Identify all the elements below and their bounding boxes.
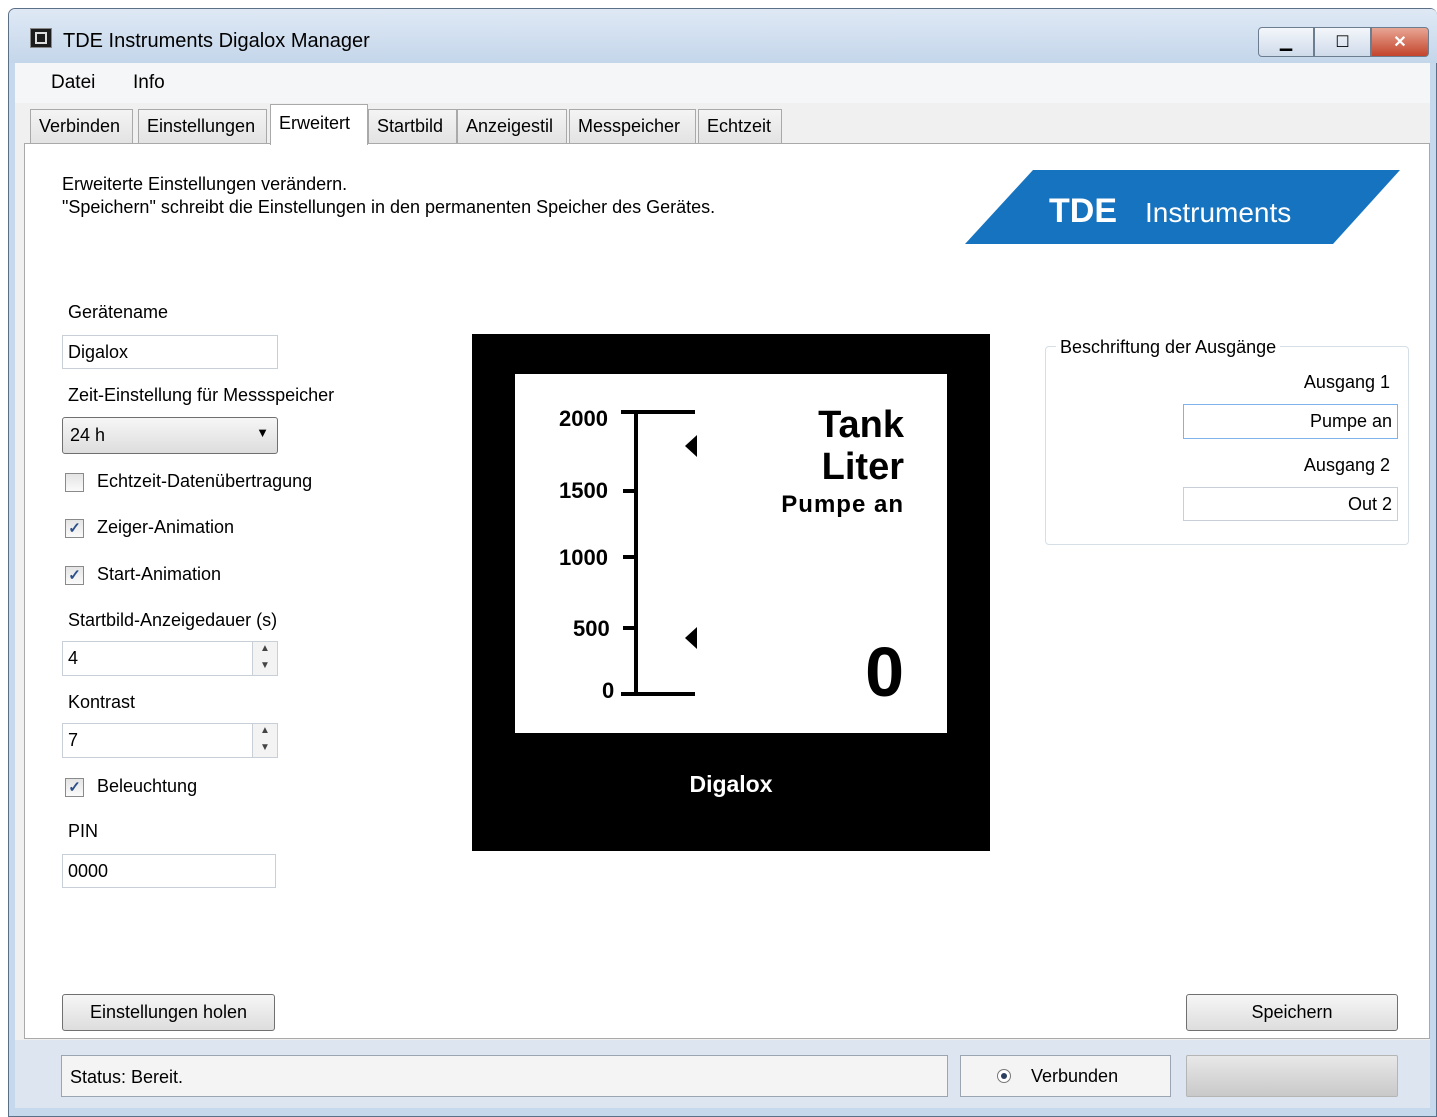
pointer-animation-label: Zeiger-Animation — [97, 517, 235, 537]
contrast-value: 7 — [68, 730, 79, 750]
device-title: Tank — [818, 404, 904, 446]
startscreen-spin-buttons[interactable]: ▲ ▼ — [252, 642, 277, 675]
backlight-label: Beleuchtung — [97, 776, 198, 796]
minimize-button[interactable]: ▁ — [1258, 27, 1314, 57]
start-animation-label: Start-Animation — [97, 564, 222, 584]
close-button[interactable]: ✕ — [1371, 27, 1429, 57]
start-animation-checkbox[interactable]: ✓ — [65, 566, 84, 585]
outputs-group-label: Beschriftung der Ausgänge — [1056, 337, 1281, 358]
app-icon — [30, 28, 52, 48]
output-2-input[interactable]: Out 2 — [1183, 487, 1398, 521]
startscreen-duration-label: Startbild-Anzeigedauer (s) — [68, 610, 278, 630]
status-text: Status: Bereit. — [61, 1055, 948, 1097]
device-value: 0 — [865, 633, 904, 711]
connection-label: Verbunden — [1031, 1066, 1119, 1086]
output-marker-1-icon — [685, 435, 697, 457]
device-name-label: Gerätename — [68, 302, 169, 322]
pin-input[interactable]: 0000 — [62, 854, 276, 888]
logo-instruments-text: Instruments — [1145, 197, 1291, 228]
tab-anzeigestil[interactable]: Anzeigestil — [457, 109, 567, 144]
startscreen-duration-stepper[interactable]: 4 ▲ ▼ — [62, 641, 278, 676]
radio-indicator-icon — [997, 1069, 1011, 1083]
fetch-settings-button[interactable]: Einstellungen holen — [62, 994, 275, 1031]
menu-info[interactable]: Info — [133, 72, 165, 94]
time-setting-select[interactable]: 24 h ▼ — [62, 417, 278, 454]
window-title: TDE Instruments Digalox Manager — [63, 30, 370, 52]
output-marker-2-icon — [685, 627, 697, 649]
device-output-text: Pumpe an — [781, 491, 904, 518]
tab-echtzeit[interactable]: Echtzeit — [698, 109, 782, 144]
scale-tick-1000: 1000 — [559, 545, 608, 570]
connection-indicator: Verbunden — [960, 1055, 1171, 1097]
scale-tick-2000: 2000 — [559, 406, 608, 431]
output-1-label: Ausgang 1 — [1303, 372, 1390, 392]
save-button[interactable]: Speichern — [1186, 994, 1398, 1031]
device-name-input[interactable]: Digalox — [62, 335, 278, 369]
logo-tde-text: TDE — [1049, 192, 1117, 230]
tab-einstellungen[interactable]: Einstellungen — [138, 109, 267, 144]
spin-up-icon[interactable]: ▲ — [253, 724, 277, 741]
menu-bar — [15, 63, 1430, 103]
scale-tick-500: 500 — [573, 616, 610, 641]
device-brand: Digalox — [689, 771, 773, 797]
backlight-checkbox[interactable]: ✓ — [65, 778, 84, 797]
device-unit: Liter — [821, 446, 904, 488]
maximize-button[interactable]: ☐ — [1314, 27, 1371, 57]
spin-down-icon[interactable]: ▼ — [253, 741, 277, 758]
menu-datei[interactable]: Datei — [51, 72, 95, 94]
contrast-label: Kontrast — [68, 692, 136, 712]
chevron-down-icon: ▼ — [256, 425, 269, 440]
contrast-spin-buttons[interactable]: ▲ ▼ — [252, 724, 277, 757]
tde-logo: TDE Instruments — [965, 170, 1400, 244]
time-setting-label: Zeit-Einstellung für Messspeicher — [68, 385, 335, 405]
contrast-stepper[interactable]: 7 ▲ ▼ — [62, 723, 278, 758]
tab-messpeicher[interactable]: Messpeicher — [569, 109, 696, 144]
progress-bar — [1186, 1055, 1398, 1097]
pin-label: PIN — [68, 821, 99, 841]
intro-line-2: "Speichern" schreibt die Einstellungen i… — [62, 197, 716, 217]
tab-startbild[interactable]: Startbild — [368, 109, 457, 144]
tab-erweitert[interactable]: Erweitert — [270, 104, 368, 145]
realtime-label: Echtzeit-Datenübertragung — [97, 471, 313, 491]
realtime-checkbox[interactable] — [65, 473, 84, 492]
startscreen-duration-value: 4 — [68, 648, 79, 668]
output-2-label: Ausgang 2 — [1303, 455, 1390, 475]
output-1-input[interactable]: Pumpe an — [1183, 404, 1398, 439]
pointer-animation-checkbox[interactable]: ✓ — [65, 519, 84, 538]
spin-up-icon[interactable]: ▲ — [253, 642, 277, 659]
spin-down-icon[interactable]: ▼ — [253, 659, 277, 676]
scale-tick-1500: 1500 — [559, 478, 608, 503]
time-setting-value: 24 h — [70, 425, 106, 445]
intro-line-1: Erweiterte Einstellungen verändern. — [62, 174, 348, 194]
scale-tick-0: 0 — [602, 678, 615, 703]
tab-verbinden[interactable]: Verbinden — [30, 109, 133, 144]
